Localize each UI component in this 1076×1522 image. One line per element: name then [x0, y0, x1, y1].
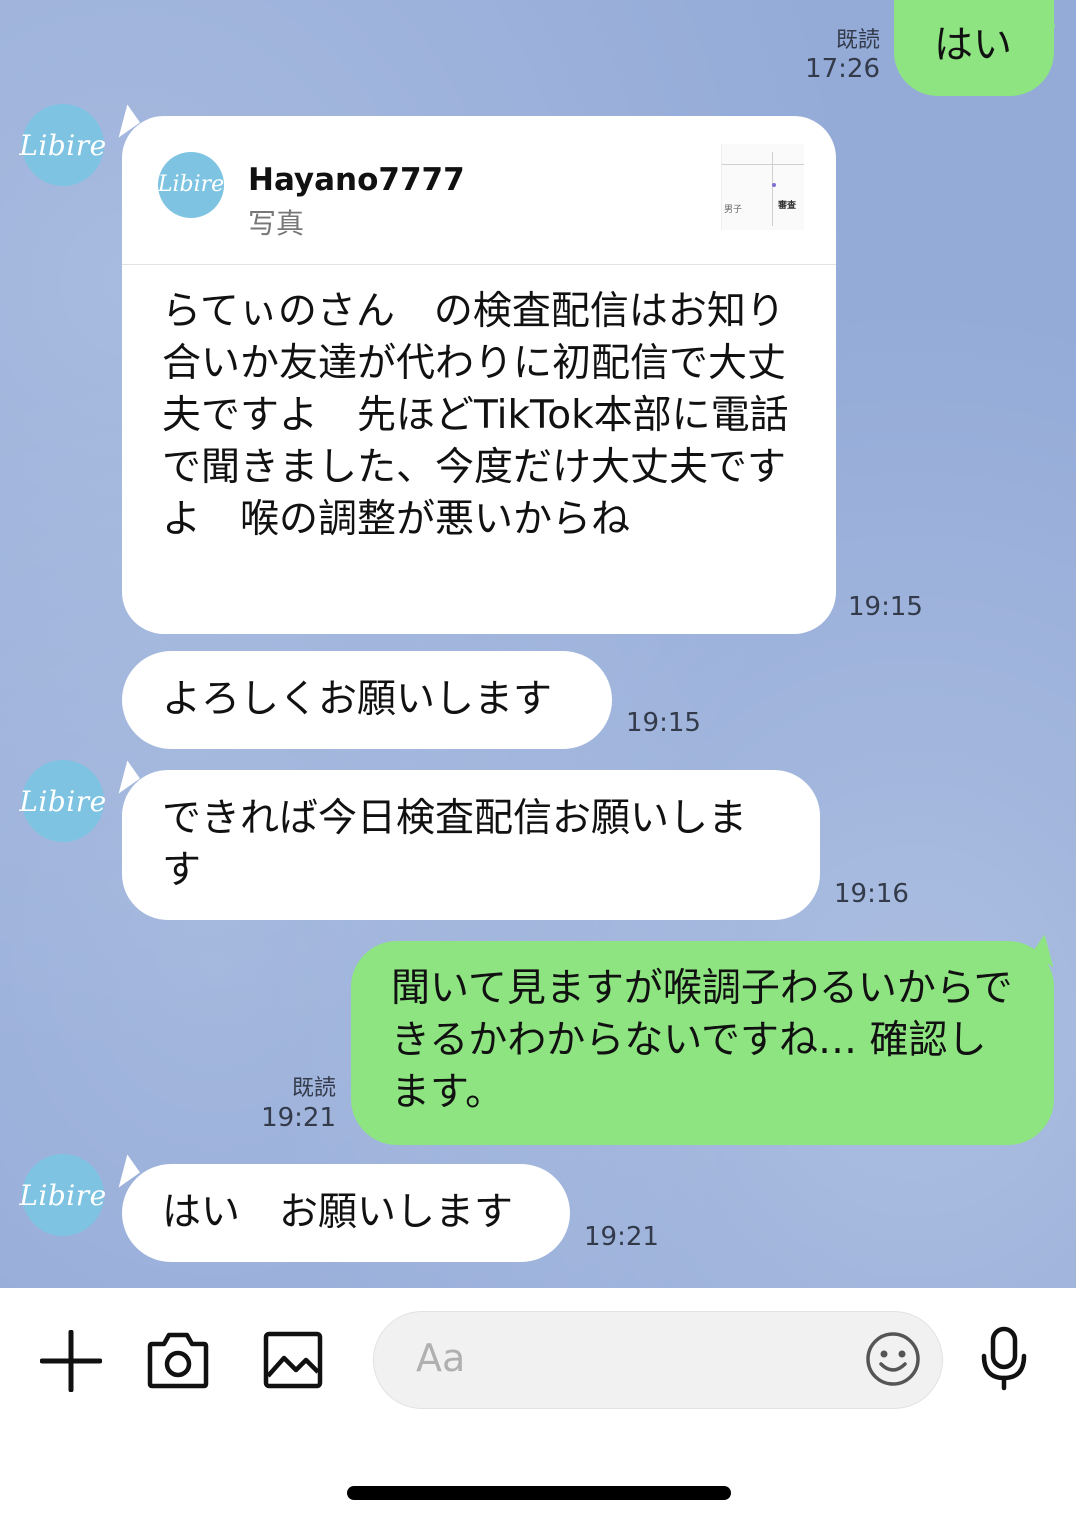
message-time: 19:16: [834, 879, 909, 909]
emoji-icon[interactable]: [864, 1330, 922, 1388]
message-time: 19:21: [584, 1222, 659, 1252]
message-bubble-incoming[interactable]: よろしくお願いします: [122, 651, 612, 749]
sender-avatar[interactable]: Libire: [19, 104, 106, 186]
message-time: 19:15: [626, 708, 701, 738]
sender-avatar[interactable]: Libire: [19, 760, 106, 842]
message-bubble-outgoing[interactable]: 聞いて見ますが喉調子わるいからできるかわからないですね… 確認します。: [351, 941, 1054, 1145]
plus-icon[interactable]: [40, 1330, 102, 1392]
message-text: よろしくお願いします: [162, 677, 553, 722]
reply-content-type: 写真: [248, 207, 305, 240]
message-bubble-outgoing[interactable]: はい: [894, 0, 1054, 96]
message-bubble-incoming[interactable]: はい お願いします: [122, 1164, 570, 1262]
camera-icon[interactable]: [146, 1330, 210, 1390]
image-icon[interactable]: [262, 1330, 324, 1390]
reply-message-bubble[interactable]: Libire Hayano7777 写真 男子 審査 らてぃのさん の検査配信は…: [122, 116, 836, 634]
sender-avatar[interactable]: Libire: [19, 1154, 106, 1236]
message-text: 聞いて見ますが喉調子わるいからできるかわからないですね… 確認します。: [391, 966, 1013, 1115]
message-time: 19:15: [848, 592, 923, 622]
message-input[interactable]: Aa: [373, 1311, 943, 1409]
message-bubble-incoming[interactable]: できれば今日検査配信お願いします: [122, 770, 820, 920]
reply-quote[interactable]: Libire Hayano7777 写真 男子 審査: [122, 116, 836, 265]
read-receipt: 既読: [835, 28, 880, 53]
message-text: はい お願いします: [162, 1190, 514, 1235]
chat-area: 既読 17:26 はい Libire Libire Hayano7777 写真 …: [0, 0, 1076, 1288]
message-time: 17:26: [805, 54, 880, 84]
message-text: らてぃのさん の検査配信はお知り合いか友達が代わりに初配信で大丈夫ですよ 先ほど…: [162, 289, 789, 542]
message-time: 19:21: [261, 1103, 336, 1133]
thumb-label: 男子: [724, 205, 743, 215]
reply-photo-thumbnail: 男子 審査: [721, 144, 804, 230]
reply-avatar: Libire: [158, 152, 224, 218]
message-text: できれば今日検査配信お願いします: [162, 796, 748, 893]
input-placeholder: Aa: [416, 1336, 466, 1380]
thumb-label: 審査: [778, 201, 797, 211]
read-receipt: 既読: [291, 1076, 336, 1101]
home-indicator[interactable]: [347, 1486, 731, 1500]
message-text: はい: [934, 23, 1013, 68]
microphone-icon[interactable]: [978, 1326, 1030, 1392]
